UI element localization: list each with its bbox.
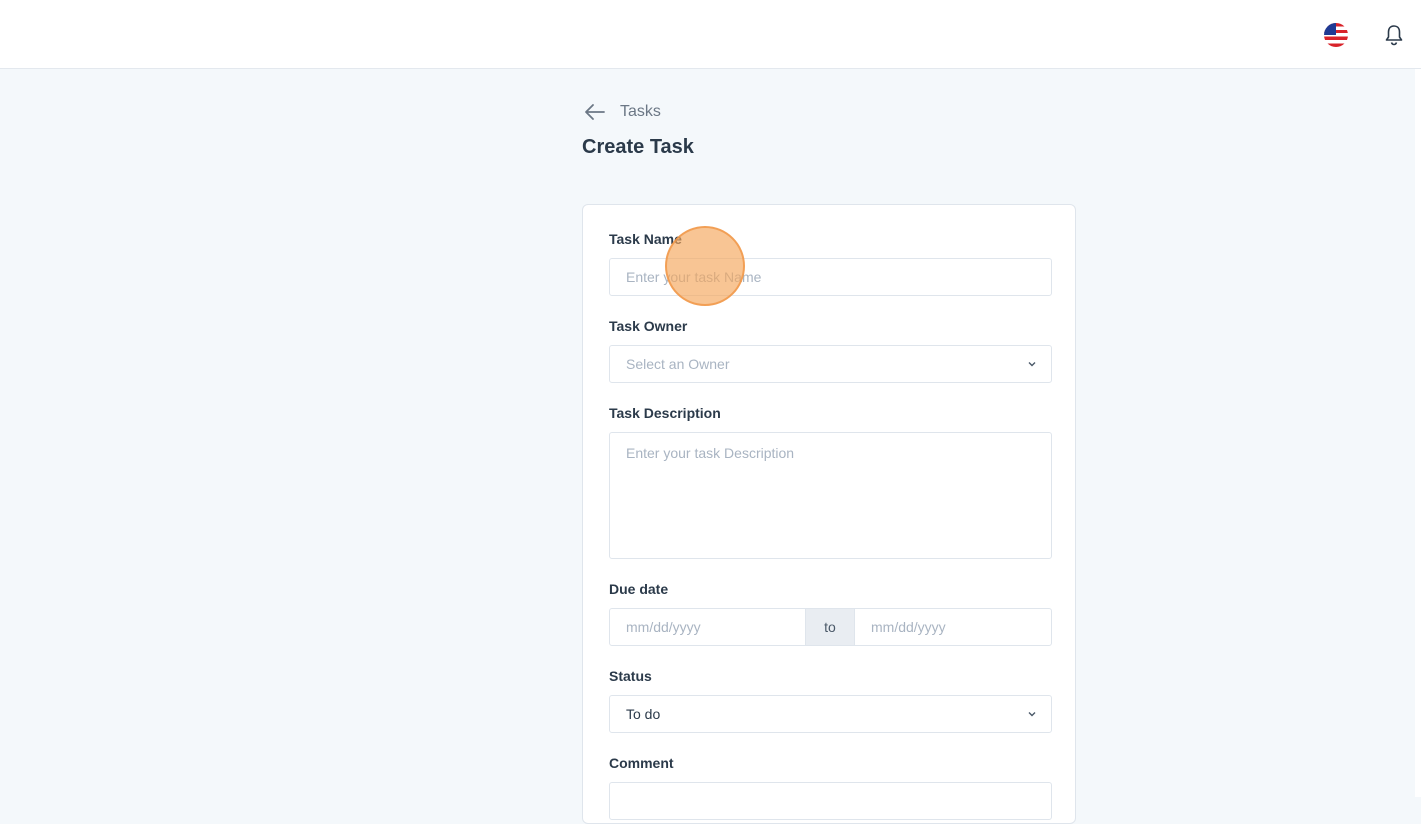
status-label: Status — [609, 668, 652, 684]
main-content: Tasks Create Task Task Name Enter your t… — [582, 98, 1076, 824]
page-title: Create Task — [582, 136, 694, 158]
chevron-down-icon — [1028, 712, 1036, 717]
us-flag-icon[interactable] — [1324, 23, 1348, 47]
status-value: To do — [626, 706, 661, 722]
task-name-label: Task Name — [609, 231, 682, 247]
task-owner-placeholder: Select an Owner — [626, 356, 730, 372]
comment-label: Comment — [609, 755, 674, 771]
create-task-form: Task Name Enter your task Name Task Owne… — [582, 204, 1076, 824]
comment-input[interactable] — [609, 782, 1052, 820]
due-date-to-input[interactable]: mm/dd/yyyy — [854, 608, 1052, 646]
chevron-down-icon — [1028, 362, 1036, 367]
task-owner-label: Task Owner — [609, 318, 688, 334]
due-date-range: mm/dd/yyyy to mm/dd/yyyy — [609, 608, 1052, 646]
scrollbar[interactable] — [1415, 69, 1421, 797]
breadcrumb-label[interactable]: Tasks — [620, 103, 661, 121]
due-date-from-input[interactable]: mm/dd/yyyy — [609, 608, 806, 646]
due-date-label: Due date — [609, 581, 669, 597]
task-description-textarea[interactable]: Enter your task Description — [609, 432, 1052, 559]
task-owner-select[interactable]: Select an Owner — [609, 345, 1052, 383]
task-description-label: Task Description — [609, 405, 721, 421]
breadcrumb[interactable]: Tasks — [582, 98, 1076, 126]
status-select[interactable]: To do — [609, 695, 1052, 733]
arrow-left-icon[interactable] — [584, 103, 606, 121]
top-bar — [0, 0, 1421, 69]
bell-icon[interactable] — [1383, 23, 1405, 47]
task-name-input[interactable]: Enter your task Name — [609, 258, 1052, 296]
due-date-separator: to — [806, 608, 854, 646]
